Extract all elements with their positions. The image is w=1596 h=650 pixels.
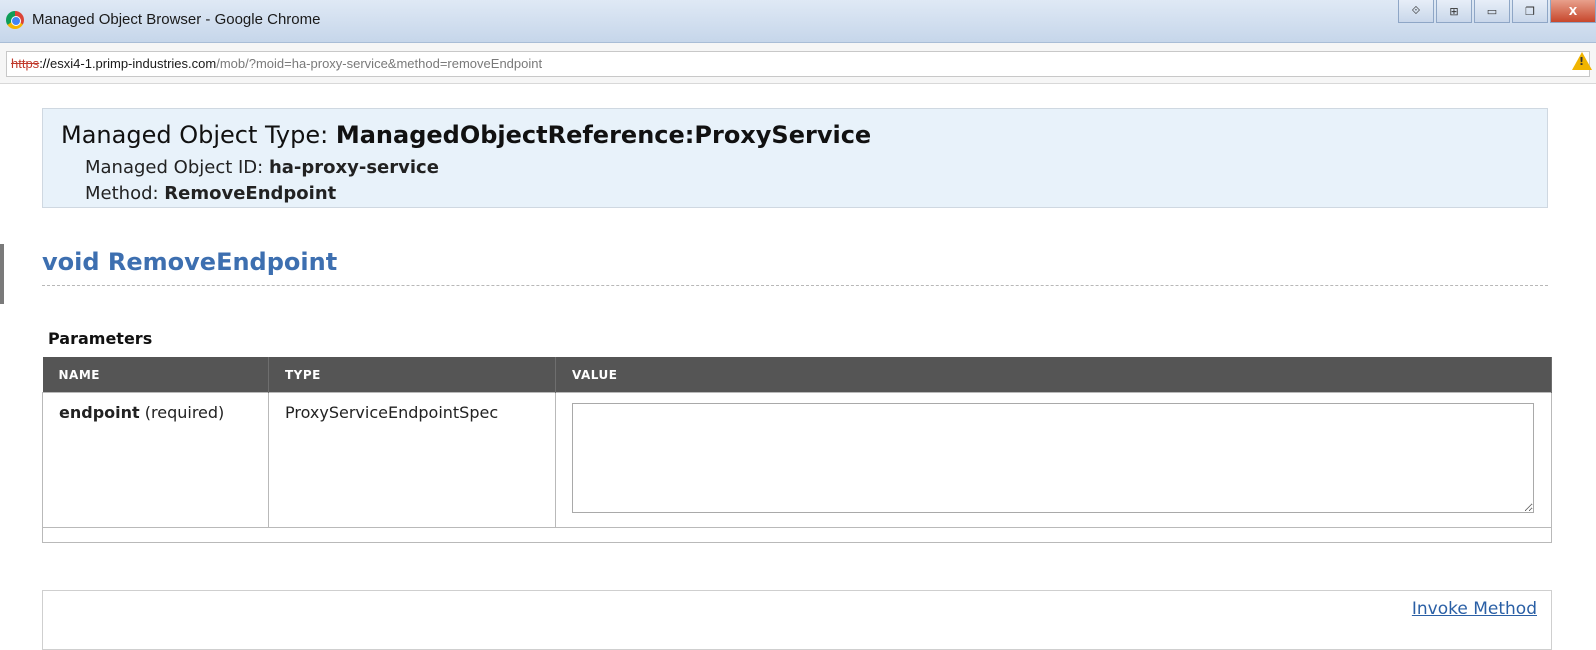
page-content: Managed Object Type: ManagedObjectRefere… [0, 84, 1596, 650]
table-row: endpoint (required) ProxyServiceEndpoint… [42, 392, 1552, 528]
method-value: RemoveEndpoint [164, 183, 337, 204]
method-title: void RemoveEndpoint [42, 248, 338, 276]
minimize-button[interactable]: ▭ [1474, 0, 1510, 23]
url-field[interactable]: https://esxi4-1.primp-industries.com/mob… [6, 51, 1590, 77]
url-scheme: https [11, 56, 40, 71]
close-button[interactable]: X [1550, 0, 1596, 23]
chrome-icon [6, 11, 24, 29]
method-label: Method: [85, 183, 165, 204]
type-value: ManagedObjectReference:ProxyService [335, 121, 872, 149]
param-qualifier: (required) [139, 403, 225, 422]
warning-icon[interactable] [1572, 52, 1592, 70]
param-name-value: endpoint [59, 403, 140, 422]
param-name-cell: endpoint (required) [42, 392, 269, 528]
parameters-heading: Parameters [48, 329, 153, 348]
managed-object-type: Managed Object Type: ManagedObjectRefere… [61, 121, 871, 149]
column-header-name: NAME [42, 357, 269, 393]
endpoint-value-input[interactable] [572, 403, 1534, 513]
table-spacer-row [42, 527, 1552, 543]
window-control-tile-icon[interactable]: ⊞ [1436, 0, 1472, 23]
url-path: /mob/?moid=ha-proxy-service&method=remov… [216, 56, 543, 71]
managed-object-id: Managed Object ID: ha-proxy-service [85, 157, 439, 178]
url-scheme-separator: :// [39, 56, 51, 71]
parameters-table: NAME TYPE VALUE endpoint (required) Prox… [42, 357, 1552, 543]
method-line: Method: RemoveEndpoint [85, 183, 336, 204]
column-header-value: VALUE [555, 357, 1552, 393]
object-header: Managed Object Type: ManagedObjectRefere… [42, 108, 1548, 208]
maximize-button[interactable]: ❐ [1512, 0, 1548, 23]
column-header-type: TYPE [268, 357, 556, 393]
left-edge-marker [0, 244, 4, 304]
window-title: Managed Object Browser - Google Chrome [32, 11, 321, 28]
param-value-cell [555, 392, 1552, 528]
type-label: Managed Object Type: [61, 121, 336, 149]
window-control-extra-icon[interactable]: ⟐ [1398, 0, 1434, 23]
window-title-bar: Managed Object Browser - Google Chrome ⟐… [0, 0, 1596, 43]
id-label: Managed Object ID: [85, 157, 269, 178]
param-name: endpoint (required) [59, 403, 224, 422]
invoke-panel: Invoke Method [42, 590, 1552, 650]
title-divider [42, 285, 1548, 286]
table-header-row: NAME TYPE VALUE [42, 357, 1552, 393]
window-controls: ⟐ ⊞ ▭ ❐ X [1396, 0, 1596, 24]
url-host: esxi4-1.primp-industries.com [50, 56, 217, 71]
param-type-cell: ProxyServiceEndpointSpec [268, 392, 556, 528]
address-bar: https://esxi4-1.primp-industries.com/mob… [0, 43, 1596, 84]
table-spacer-cell [42, 527, 1552, 543]
id-value: ha-proxy-service [268, 157, 439, 178]
invoke-method-link[interactable]: Invoke Method [1412, 599, 1537, 619]
